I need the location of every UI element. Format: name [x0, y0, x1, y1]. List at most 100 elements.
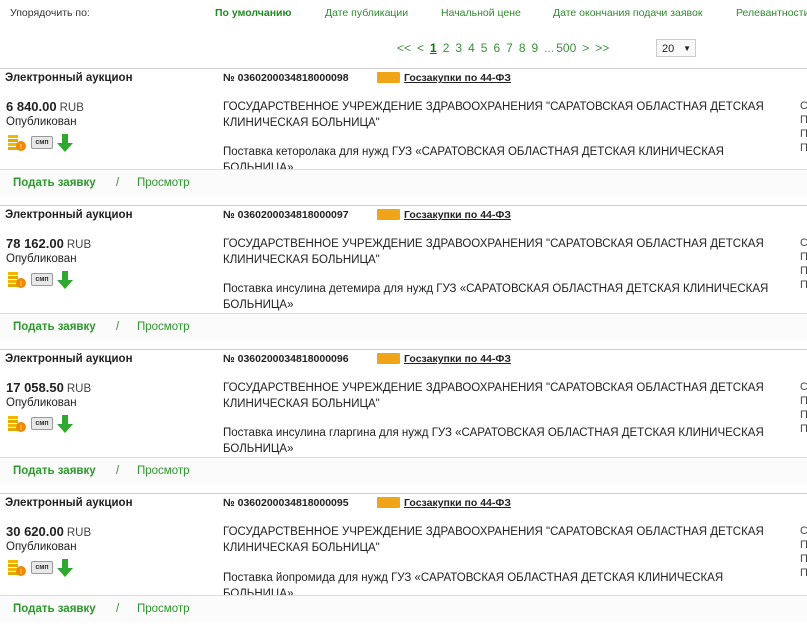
organization-line: ГОСУДАРСТВЕННОЕ УЧРЕЖДЕНИЕ ЗДРАВООХРАНЕН…	[223, 238, 764, 250]
price-value: 6 840.00	[6, 99, 57, 114]
apply-button[interactable]: Подать заявку	[13, 321, 96, 333]
clipped-column: СППП	[800, 237, 807, 291]
page-link[interactable]: 2	[443, 41, 450, 55]
procedure-type: Электронный аукцион	[5, 353, 133, 365]
download-arrow-icon[interactable]	[56, 558, 74, 578]
action-separator: /	[116, 603, 120, 615]
price: 78 162.00 RUB	[6, 236, 91, 251]
status: Опубликован	[6, 541, 77, 553]
description-line: БОЛЬНИЦА»	[223, 443, 294, 455]
tender-card: Электронный аукцион № 036020003481800009…	[0, 349, 807, 485]
currency: RUB	[66, 527, 92, 539]
price-value: 17 058.50	[6, 380, 64, 395]
procedure-type: Электронный аукцион	[5, 72, 133, 84]
smp-badge-icon: смп	[31, 561, 53, 574]
tender-number[interactable]: № 0360200034818000096	[223, 353, 349, 365]
organization-line: КЛИНИЧЕСКАЯ БОЛЬНИЦА"	[223, 398, 380, 410]
organization-line: ГОСУДАРСТВЕННОЕ УЧРЕЖДЕНИЕ ЗДРАВООХРАНЕН…	[223, 526, 764, 538]
tender-number[interactable]: № 0360200034818000098	[223, 72, 349, 84]
tender-card: Электронный аукцион № 036020003481800009…	[0, 493, 807, 626]
price: 6 840.00 RUB	[6, 99, 84, 114]
organization: ГОСУДАРСТВЕННОЕ УЧРЕЖДЕНИЕ ЗДРАВООХРАНЕН…	[223, 524, 783, 556]
coins-icon: !	[8, 416, 26, 432]
action-separator: /	[116, 465, 120, 477]
organization-line: ГОСУДАРСТВЕННОЕ УЧРЕЖДЕНИЕ ЗДРАВООХРАНЕН…	[223, 101, 764, 113]
sort-label: Упорядочить по:	[10, 7, 90, 19]
procedure-type: Электронный аукцион	[5, 209, 133, 221]
currency: RUB	[66, 383, 92, 395]
page-first-link[interactable]: <<	[397, 41, 411, 55]
tender-number[interactable]: № 0360200034818000097	[223, 209, 349, 221]
organization: ГОСУДАРСТВЕННОЕ УЧРЕЖДЕНИЕ ЗДРАВООХРАНЕН…	[223, 380, 783, 412]
tender-card: Электронный аукцион № 036020003481800009…	[0, 68, 807, 199]
coins-icon: !	[8, 272, 26, 288]
description-line: Поставка инсулина детемира для нужд ГУЗ …	[223, 283, 769, 295]
view-link[interactable]: Просмотр	[137, 603, 190, 615]
action-separator: /	[116, 321, 120, 333]
page-link[interactable]: 7	[506, 41, 513, 55]
currency: RUB	[59, 102, 84, 114]
page-link-current[interactable]: 1	[430, 41, 437, 55]
sort-option-start-price[interactable]: Начальной цене	[441, 7, 521, 19]
card-actions: Подать заявку / Просмотр	[0, 595, 807, 622]
page-ellipsis: ...	[544, 41, 555, 55]
organization-line: КЛИНИЧЕСКАЯ БОЛЬНИЦА"	[223, 117, 380, 129]
organization: ГОСУДАРСТВЕННОЕ УЧРЕЖДЕНИЕ ЗДРАВООХРАНЕН…	[223, 236, 783, 268]
price-value: 78 162.00	[6, 236, 64, 251]
description-line: БОЛЬНИЦА»	[223, 299, 294, 311]
svg-text:!: !	[20, 425, 22, 432]
tender-card: Электронный аукцион № 036020003481800009…	[0, 205, 807, 341]
clipped-column: СППП	[800, 100, 807, 154]
smp-badge-icon: смп	[31, 136, 53, 149]
law-link[interactable]: Госзакупки по 44-ФЗ	[404, 353, 511, 365]
procedure-type: Электронный аукцион	[5, 497, 133, 509]
page-next-link[interactable]: >	[582, 41, 589, 55]
organization-line: КЛИНИЧЕСКАЯ БОЛЬНИЦА"	[223, 254, 380, 266]
law-tag-icon	[377, 497, 400, 508]
download-arrow-icon[interactable]	[56, 133, 74, 153]
coins-icon: !	[8, 560, 26, 576]
svg-text:!: !	[20, 144, 22, 151]
sort-option-default[interactable]: По умолчанию	[215, 7, 291, 19]
organization: ГОСУДАРСТВЕННОЕ УЧРЕЖДЕНИЕ ЗДРАВООХРАНЕН…	[223, 99, 783, 131]
page-link[interactable]: 8	[519, 41, 526, 55]
law-tag-icon	[377, 353, 400, 364]
sort-option-publication-date[interactable]: Дате публикации	[325, 7, 408, 19]
apply-button[interactable]: Подать заявку	[13, 177, 96, 189]
tender-number[interactable]: № 0360200034818000095	[223, 497, 349, 509]
card-actions: Подать заявку / Просмотр	[0, 313, 807, 340]
page-link[interactable]: 9	[532, 41, 539, 55]
page-link[interactable]: 3	[455, 41, 462, 55]
page-last-link[interactable]: >>	[595, 41, 609, 55]
law-tag-icon	[377, 209, 400, 220]
law-link[interactable]: Госзакупки по 44-ФЗ	[404, 209, 511, 221]
card-actions: Подать заявку / Просмотр	[0, 169, 807, 196]
download-arrow-icon[interactable]	[56, 270, 74, 290]
page-link[interactable]: 6	[493, 41, 500, 55]
apply-button[interactable]: Подать заявку	[13, 603, 96, 615]
description-line: Поставка инсулина гларгина для нужд ГУЗ …	[223, 427, 764, 439]
page-link-last-number[interactable]: 500	[556, 41, 576, 55]
law-link[interactable]: Госзакупки по 44-ФЗ	[404, 497, 511, 509]
view-link[interactable]: Просмотр	[137, 465, 190, 477]
smp-badge-icon: смп	[31, 417, 53, 430]
organization-line: КЛИНИЧЕСКАЯ БОЛЬНИЦА"	[223, 542, 380, 554]
tender-description: Поставка инсулина гларгина для нужд ГУЗ …	[223, 425, 788, 457]
per-page-select[interactable]: 20 ▼	[656, 39, 696, 57]
page-link[interactable]: 5	[481, 41, 488, 55]
sort-option-relevance[interactable]: Релевантности	[736, 7, 807, 19]
law-link[interactable]: Госзакупки по 44-ФЗ	[404, 72, 511, 84]
download-arrow-icon[interactable]	[56, 414, 74, 434]
svg-text:!: !	[20, 569, 22, 576]
dropdown-caret-icon: ▼	[683, 44, 691, 53]
page-prev-link[interactable]: <	[417, 41, 424, 55]
view-link[interactable]: Просмотр	[137, 177, 190, 189]
status: Опубликован	[6, 116, 77, 128]
card-actions: Подать заявку / Просмотр	[0, 457, 807, 484]
apply-button[interactable]: Подать заявку	[13, 465, 96, 477]
status: Опубликован	[6, 253, 77, 265]
view-link[interactable]: Просмотр	[137, 321, 190, 333]
page-link[interactable]: 4	[468, 41, 475, 55]
sort-option-deadline[interactable]: Дате окончания подачи заявок	[553, 7, 702, 19]
sort-bar: Упорядочить по: По умолчанию Дате публик…	[0, 0, 807, 26]
